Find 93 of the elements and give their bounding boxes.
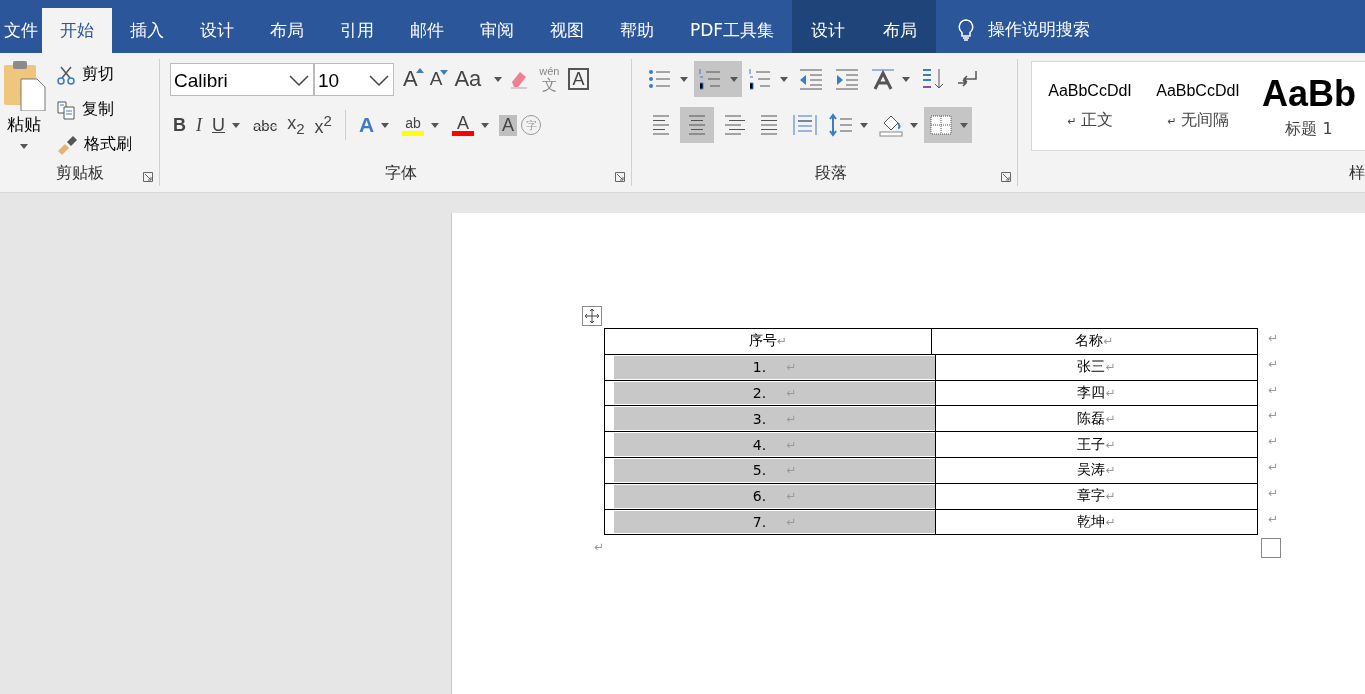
resize-handle-icon[interactable]	[1261, 538, 1281, 559]
caret-icon[interactable]	[730, 76, 738, 82]
caret-icon[interactable]	[910, 122, 918, 128]
ribbon-tab[interactable]: 邮件	[392, 8, 462, 53]
caret-icon[interactable]	[431, 122, 440, 128]
ribbon-tab[interactable]: 帮助	[602, 8, 672, 53]
brush-icon	[56, 134, 78, 155]
group-label: 字体	[384, 163, 417, 182]
ribbon-tab[interactable]: 布局	[864, 0, 937, 53]
style-option[interactable]: AaBbCcDdI ↵ 正文	[1038, 62, 1142, 150]
distribute-icon	[792, 113, 818, 137]
plain-button[interactable]: x$_{2}$	[284, 113, 308, 137]
table-cell: 乾坤↵	[935, 508, 1258, 536]
fontcolor-button[interactable]: A	[449, 114, 478, 136]
dialog-launcher-icon[interactable]	[1001, 172, 1011, 182]
group-label: 剪贴板	[55, 163, 104, 182]
caret-icon[interactable]	[381, 122, 390, 128]
sort-icon	[920, 67, 946, 91]
fill-icon	[878, 113, 904, 137]
table-cell: 2. ↵	[604, 379, 936, 407]
row-end-mark: ↵	[1267, 434, 1278, 449]
table-cell: 6. ↵	[604, 482, 936, 510]
ribbon-tab[interactable]: 设计	[182, 8, 252, 53]
group-label: 样	[1349, 163, 1365, 182]
caret-icon[interactable]	[494, 76, 503, 82]
table-cell: 7. ↵	[604, 508, 936, 536]
indent-icon	[834, 67, 860, 91]
ribbon-tab[interactable]: PDF工具集	[672, 8, 793, 53]
plain-button[interactable]: x$^{2}$	[311, 112, 335, 138]
caret-icon[interactable]	[902, 76, 910, 82]
shade-button[interactable]: A	[499, 114, 518, 136]
copy-icon	[56, 99, 76, 120]
clipboard-button[interactable]: 复制	[56, 94, 132, 125]
paste-button[interactable]: 粘贴	[0, 59, 48, 160]
row-end-mark: ↵	[1267, 460, 1278, 474]
row-end-mark: ↵	[1267, 331, 1278, 345]
numbering-button[interactable]	[694, 61, 742, 97]
tell-me-search[interactable]: 操作说明搜索	[988, 18, 1091, 41]
caret-icon[interactable]	[680, 76, 688, 82]
character-border-button[interactable]: A	[568, 68, 589, 90]
table-cell: 3. ↵	[604, 405, 936, 433]
font-name-field[interactable]: Calibri	[170, 62, 314, 96]
paragraph-mark: ↵	[594, 540, 606, 555]
scissors-icon	[56, 64, 76, 85]
underline-button[interactable]: U	[209, 114, 228, 136]
caret-icon[interactable]	[232, 122, 240, 128]
caret-icon[interactable]	[960, 122, 968, 128]
borders-icon	[928, 113, 954, 137]
style-option[interactable]: AaBbCcDdI ↵ 无间隔	[1146, 62, 1250, 150]
row-end-mark: ↵	[1267, 356, 1278, 371]
bold-button[interactable]: B	[170, 114, 189, 136]
effects-button[interactable]: A	[355, 113, 378, 137]
chevron-icon[interactable]	[289, 74, 309, 87]
direction-icon	[870, 67, 896, 91]
table-header-cell: 序号↵	[604, 328, 932, 355]
clipboard-button[interactable]: 剪切	[56, 59, 132, 90]
ribbon-tab[interactable]: 视图	[532, 8, 602, 53]
table-cell: 5. ↵	[604, 457, 936, 484]
font-size-field[interactable]: 10	[314, 62, 394, 96]
table-cell: 4. ↵	[604, 431, 936, 458]
ribbon-tab[interactable]: 开始	[42, 8, 112, 53]
row-end-mark: ↵	[1267, 485, 1278, 500]
caret-icon[interactable]	[20, 144, 28, 149]
ribbon-tab[interactable]: 设计	[792, 0, 865, 53]
table-cell: 1. ↵	[604, 353, 936, 381]
italic-button[interactable]: I	[193, 114, 205, 136]
lightbulb-icon	[958, 18, 975, 41]
clipboard-button[interactable]: 格式刷	[56, 129, 132, 160]
highlight-button[interactable]: ab	[399, 114, 428, 136]
group-label: 段落	[814, 163, 847, 182]
row-end-mark: ↵	[1267, 382, 1278, 397]
ribbon-tab[interactable]: 文件	[0, 8, 42, 53]
shrink-font-button[interactable]: A	[426, 68, 446, 90]
ribbon-tab[interactable]: 布局	[252, 8, 322, 53]
outdent-icon	[798, 67, 824, 91]
ribbon-tab[interactable]: 审阅	[462, 8, 532, 53]
change-case-button[interactable]: Aa	[451, 66, 485, 92]
table-header-cell: 名称↵	[930, 328, 1258, 355]
move-handle-icon[interactable]	[582, 306, 602, 326]
chevron-icon[interactable]	[369, 74, 389, 87]
ribbon-tab[interactable]: 引用	[322, 8, 392, 53]
row-end-mark: ↵	[1267, 408, 1278, 423]
spacing-icon	[828, 113, 854, 137]
ribbon-tab[interactable]: 插入	[112, 8, 182, 53]
dialog-launcher-icon[interactable]	[615, 172, 625, 182]
caret-icon[interactable]	[481, 122, 490, 128]
row-end-mark: ↵	[1267, 511, 1278, 526]
style-option[interactable]: AaBb 标题 1	[1254, 62, 1364, 150]
grow-font-button[interactable]: A	[400, 66, 421, 92]
caret-icon[interactable]	[860, 122, 868, 128]
caret-icon[interactable]	[780, 76, 788, 82]
borders-button[interactable]	[924, 107, 972, 143]
dialog-launcher-icon[interactable]	[143, 172, 153, 182]
